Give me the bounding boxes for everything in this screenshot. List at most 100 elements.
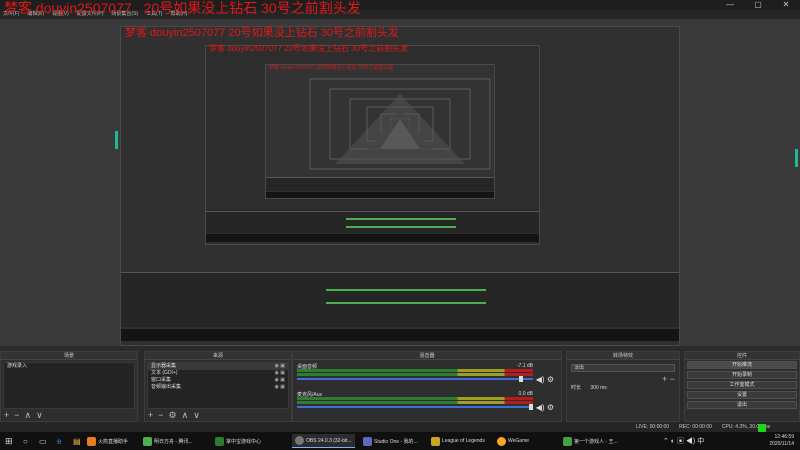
transition-duration-row: 时长 300 ms [571,384,675,392]
live-status: LIVE: 00:00:00 [636,424,670,430]
nested-overlay-text-1: 梦客 douyin2507077 20号如果没上钻石 30号之前割头发 [125,27,399,39]
duration-label: 时长 [571,385,582,391]
volume-meter [297,369,533,372]
app-icon [87,436,96,446]
resize-handle-edge[interactable] [795,149,798,167]
studio-mode-button[interactable]: 工作室模式 [687,381,797,389]
source-settings-icon[interactable]: ⚙ [169,410,177,420]
controls-title: 控件 [685,352,799,360]
start-button[interactable]: ⊞ [2,434,16,448]
close-button[interactable]: ✕ [772,0,800,10]
overlay-text-1: 梦客 douyin2507077 [4,0,132,16]
source-item[interactable]: 窗口采集 ◉ ▣ [148,377,288,384]
exit-button[interactable]: 退出 [687,401,797,409]
status-bar: LIVE: 00:00:00 REC: 00:00:00 CPU: 4.3%, … [0,422,800,432]
volume-meter [297,373,533,376]
nested-overlay-text-3: 梦客 douyin2507077 20号如果没上钻石 30号之前割头发 [269,65,394,71]
taskbar-app-1[interactable]: 明日方舟 - 腾讯... [140,434,196,448]
tray-icons[interactable]: ⌃ ◐ ▣ ◀) 中 [660,434,707,448]
nested-meter-1a [326,289,486,291]
source-item[interactable]: 音频输出采集 ◉ ▣ [148,384,288,391]
app-icon [431,436,440,446]
taskbar-app-3[interactable]: OBS 24.0.3 (32-bit... [292,434,355,448]
resize-handle-left[interactable] [115,131,118,149]
transitions-dock: 转场特效 淡出 + − 时长 300 ms [566,351,680,422]
start-recording-button[interactable]: 开始录制 [687,371,797,379]
window-controls: — ▢ ✕ [716,0,800,10]
add-source-button[interactable]: + [148,410,153,420]
eye-lock-icon[interactable]: ◉ ▣ [275,370,285,377]
taskbar-app-6[interactable]: WeGame [494,434,532,448]
sources-footer: + − ⚙ ∧ ∨ [148,410,200,420]
search-icon[interactable]: ○ [20,434,31,448]
volume-meter [297,401,533,404]
taskbar-app-2[interactable]: 掌中宝游戏中心 [212,434,264,448]
remove-scene-button[interactable]: − [14,410,19,420]
sources-list: 显示器采集 ◉ ▣ 文本 (GDI+) ◉ ▣ 窗口采集 ◉ ▣ 音频输出采集 ◉ ▣ [147,362,289,409]
scenes-title: 场景 [1,352,137,360]
edge-browser-icon[interactable]: e [54,434,64,448]
remove-source-button[interactable]: − [158,410,163,420]
overlay-text-2: 20号如果没上钻石 30号之前割头发 [143,0,361,16]
source-item[interactable]: 显示器采集 ◉ ▣ [148,363,288,370]
scene-item[interactable]: 游戏录入 [4,363,134,370]
move-down-button[interactable]: ∨ [193,410,200,420]
stream-health-indicator [758,424,766,432]
eye-lock-icon[interactable]: ◉ ▣ [275,377,285,384]
obs-icon [295,436,304,445]
source-item[interactable]: 文本 (GDI+) ◉ ▣ [148,370,288,377]
transition-select[interactable]: 淡出 [571,364,675,372]
nested-docks-1 [121,272,679,327]
taskbar-app-4[interactable]: Studio One - 我的... [360,434,421,448]
volume-slider[interactable] [297,406,533,408]
taskbar-app-7[interactable]: 第一个游戏人 - 王... [560,434,621,448]
sources-dock: 来源 显示器采集 ◉ ▣ 文本 (GDI+) ◉ ▣ 窗口采集 ◉ ▣ 音频输出采集 ◉… [144,351,292,422]
nested-meter-1b [326,302,486,304]
file-explorer-icon[interactable]: ▤ [70,434,84,448]
nested-docks-3 [266,177,494,191]
stream-overlay-text: 梦客 douyin2507077 20号如果没上钻石 30号之前割头发 [4,0,361,18]
eye-lock-icon[interactable]: ◉ ▣ [275,384,285,391]
taskbar-app-0[interactable]: 火箭直播助手 [84,434,131,448]
nested-taskbar-3 [266,192,494,198]
mute-speaker-icon[interactable]: ◀) ⚙ [536,403,554,412]
volume-meter [297,397,533,400]
task-view-icon[interactable]: ▭ [36,434,50,448]
mixer-dock: 混音器 桌面音频 -7.1 dB ◀) ⚙ 麦克风/Aux 0.0 dB ◀) … [292,351,562,422]
controls-dock: 控件 开始推流 开始录制 工作室模式 设置 退出 [684,351,800,422]
clock[interactable]: 12:46:59 2020/11/14 [769,434,794,448]
scenes-list: 游戏录入 [3,362,135,409]
app-icon [497,436,506,446]
nested-overlay-text-2: 梦客 douyin2507077 20号如果没上钻石 30号之前割头发 [209,44,409,53]
recursive-tunnel [309,78,491,170]
move-down-button[interactable]: ∨ [36,410,43,420]
clock-time: 12:46:59 [774,434,794,440]
eye-lock-icon[interactable]: ◉ ▣ [275,363,285,370]
app-icon [563,436,572,446]
nested-docks-2 [206,211,539,233]
mixer-channel-desktop: 桌面音频 -7.1 dB ◀) ⚙ [297,363,557,387]
settings-button[interactable]: 设置 [687,391,797,399]
rec-status: REC: 00:00:00 [679,424,712,430]
volume-slider-knob[interactable] [529,404,533,410]
add-scene-button[interactable]: + [4,410,9,420]
move-up-button[interactable]: ∧ [25,410,32,420]
obs-window: — ▢ ✕ 文件(F) 编辑(E) 视图(V) 配置文件(P) 场景集合(S) … [0,0,800,450]
mute-speaker-icon[interactable]: ◀) ⚙ [536,375,554,384]
move-up-button[interactable]: ∧ [182,410,189,420]
mixer-channel-mic: 麦克风/Aux 0.0 dB ◀) ⚙ [297,391,557,415]
transition-add-remove[interactable]: + − [662,374,675,384]
volume-slider[interactable] [297,378,533,380]
preview-canvas[interactable]: 梦客 douyin2507077 20号如果没上钻石 30号之前割头发 梦客 d… [0,19,800,346]
duration-input[interactable]: 300 ms [590,385,606,391]
volume-slider-knob[interactable] [519,376,523,382]
start-streaming-button[interactable]: 开始推流 [687,361,797,369]
minimize-button[interactable]: — [716,0,744,10]
maximize-button[interactable]: ▢ [744,0,772,10]
transitions-title: 转场特效 [567,352,679,360]
nested-meter-2b [346,226,456,228]
taskbar-app-5[interactable]: League of Legends [428,434,488,448]
app-icon [143,436,152,446]
app-icon [363,436,372,446]
nested-taskbar-1 [121,329,679,341]
